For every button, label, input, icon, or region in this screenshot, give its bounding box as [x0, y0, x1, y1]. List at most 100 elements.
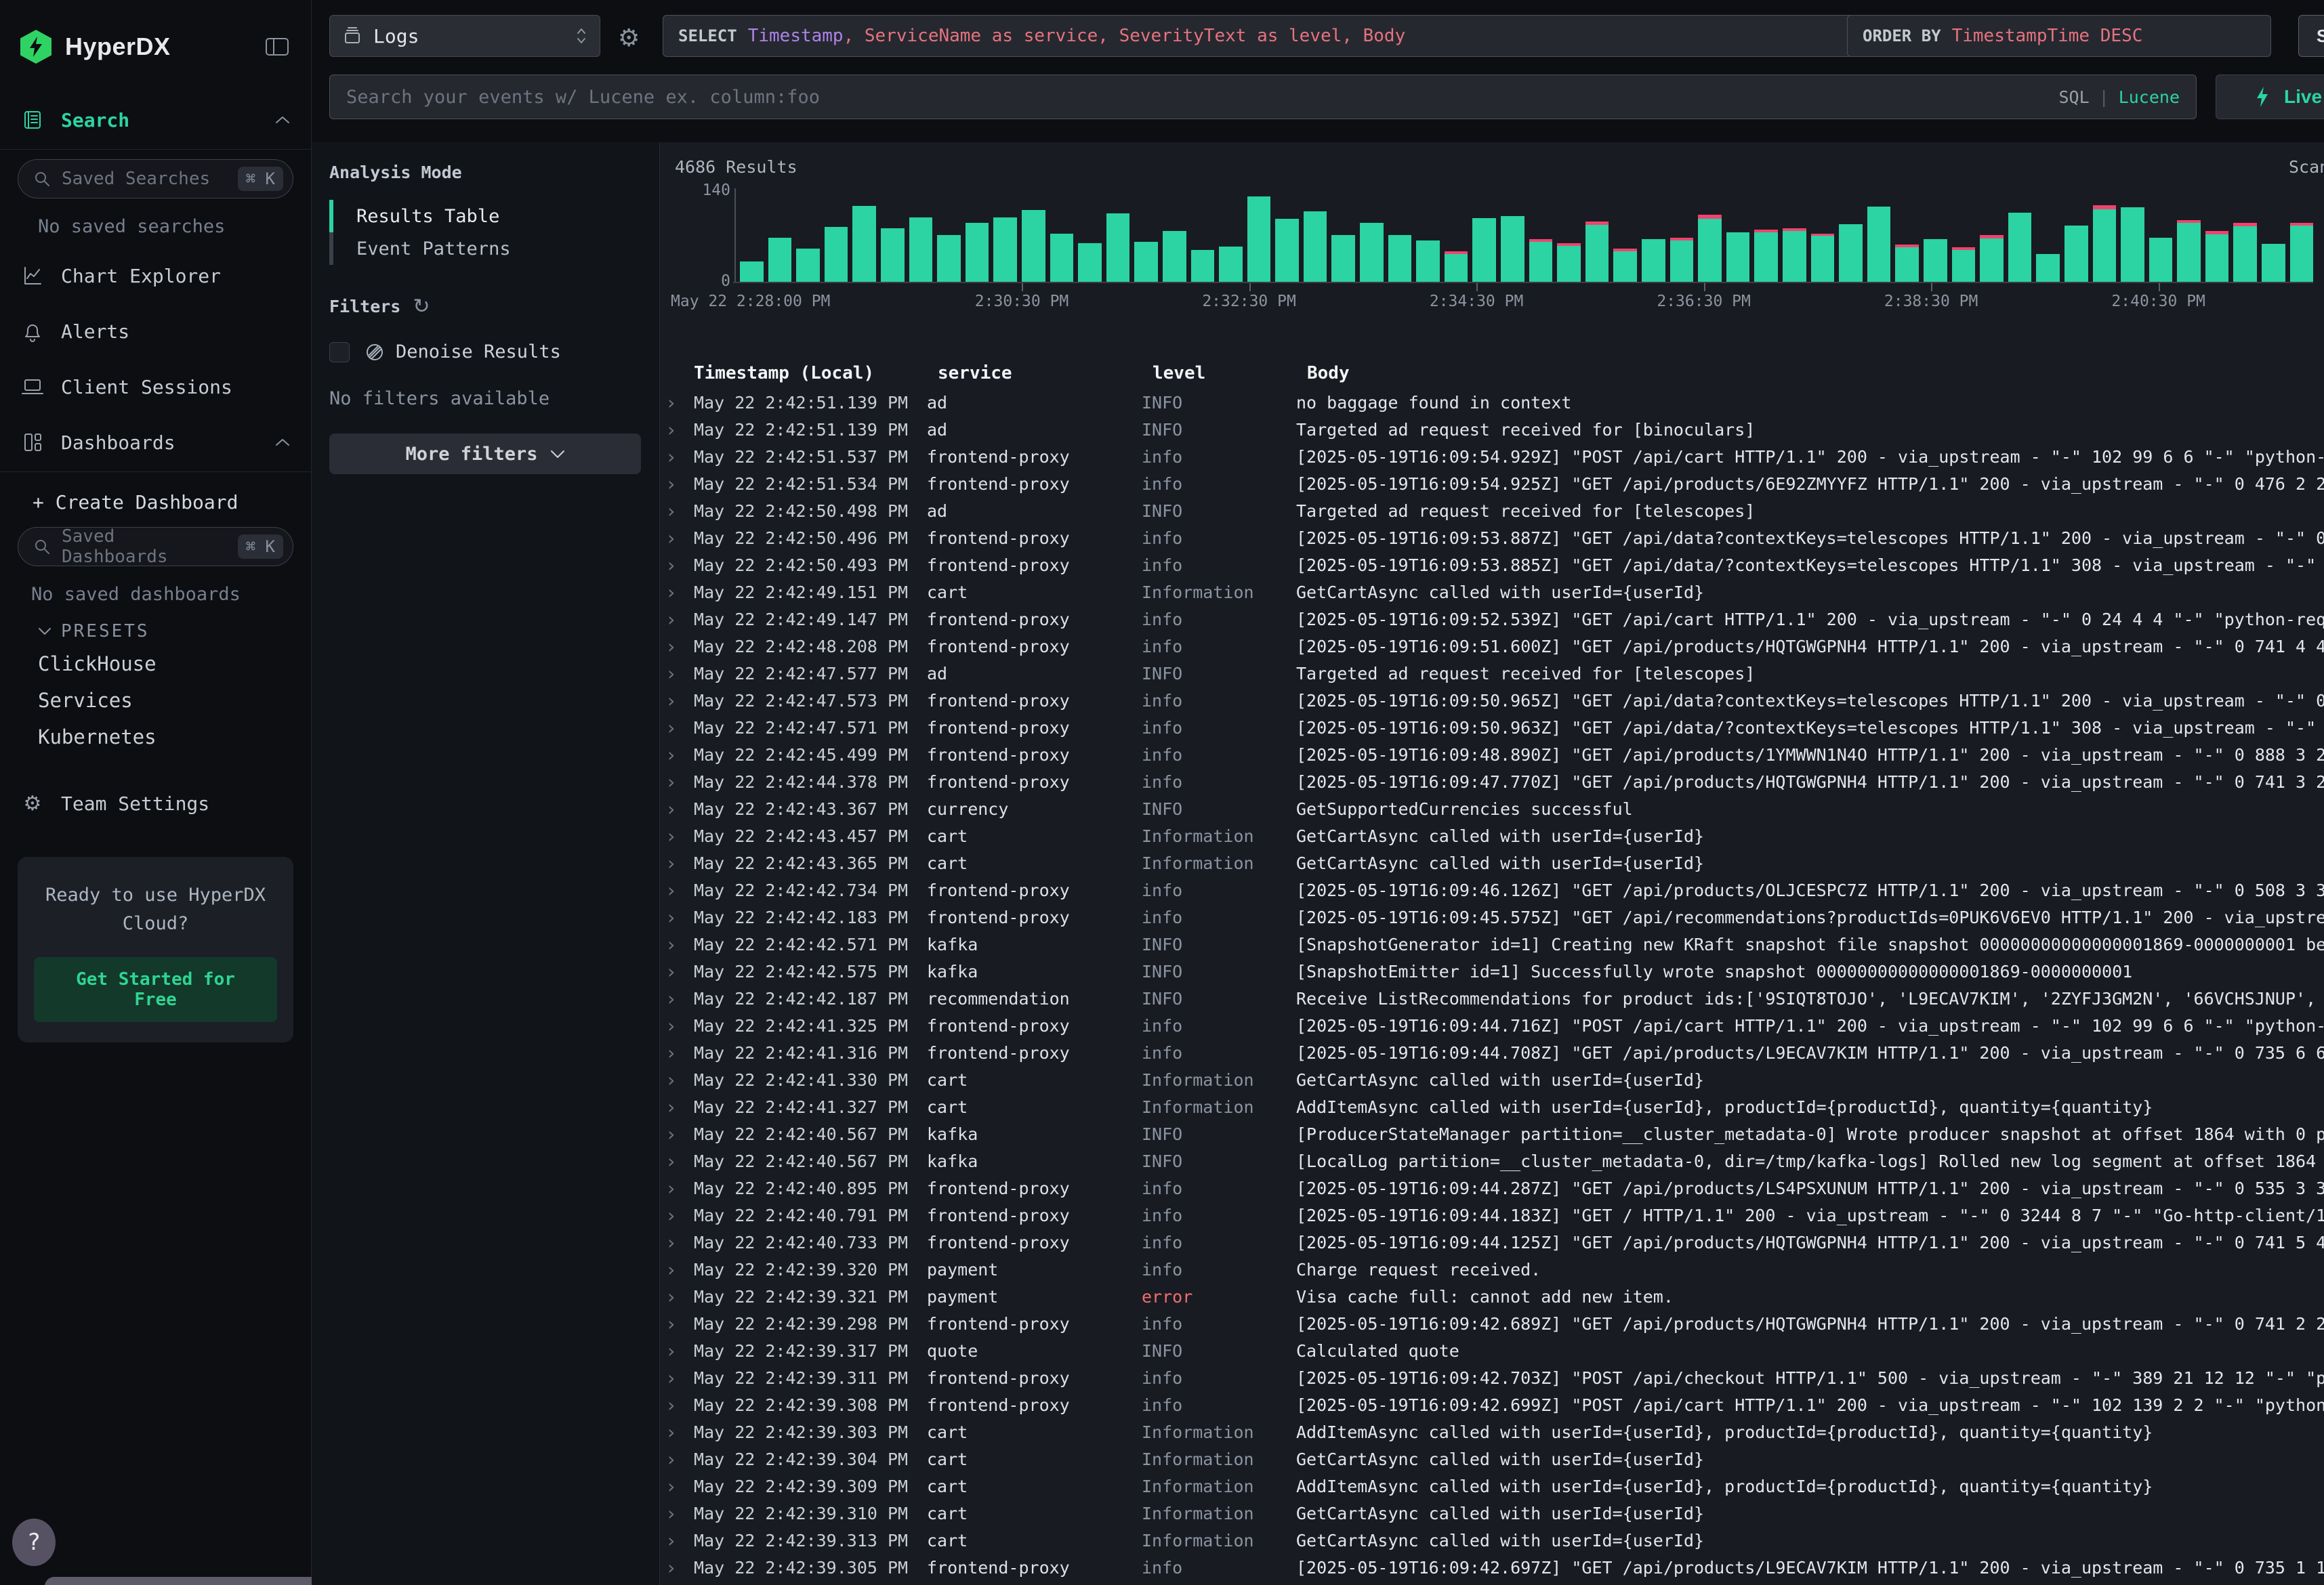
table-row[interactable]: ›May 22 2:42:39.298 PMfrontend-proxyinfo… [660, 1310, 2324, 1337]
table-row[interactable]: ›May 22 2:42:41.330 PMcartInformationGet… [660, 1066, 2324, 1093]
table-row[interactable]: ›May 22 2:42:39.310 PMcartInformationGet… [660, 1500, 2324, 1527]
sidebar-item-dashboards[interactable]: Dashboards [0, 423, 311, 462]
more-filters-button[interactable]: More filters [329, 434, 641, 474]
row-expand-icon[interactable]: › [665, 1204, 694, 1227]
table-row[interactable]: ›May 22 2:42:40.733 PMfrontend-proxyinfo… [660, 1229, 2324, 1256]
table-row[interactable]: ›May 22 2:42:40.791 PMfrontend-proxyinfo… [660, 1202, 2324, 1229]
preset-services[interactable]: Services [0, 682, 311, 719]
row-expand-icon[interactable]: › [665, 717, 694, 739]
row-expand-icon[interactable]: › [665, 1394, 694, 1416]
sidebar-collapse-icon[interactable] [264, 35, 291, 58]
table-row[interactable]: ›May 22 2:42:39.303 PMcartInformationAdd… [660, 1418, 2324, 1445]
table-row[interactable]: ›May 22 2:42:49.151 PMcartInformationGet… [660, 578, 2324, 606]
row-expand-icon[interactable]: › [665, 392, 694, 414]
saved-searches-input[interactable]: Saved Searches ⌘ K [18, 159, 293, 198]
preset-kubernetes[interactable]: Kubernetes [0, 719, 311, 755]
sidebar-item-client-sessions[interactable]: Client Sessions [0, 367, 311, 406]
row-expand-icon[interactable]: › [665, 527, 694, 549]
row-expand-icon[interactable]: › [665, 1150, 694, 1172]
table-row[interactable]: ›May 22 2:42:43.367 PMcurrencyINFOGetSup… [660, 795, 2324, 822]
table-row[interactable]: ›May 22 2:42:39.311 PMfrontend-proxyinfo… [660, 1364, 2324, 1391]
table-row[interactable]: ›May 22 2:42:48.208 PMfrontend-proxyinfo… [660, 633, 2324, 660]
table-row[interactable]: ›May 22 2:42:39.308 PMfrontend-proxyinfo… [660, 1391, 2324, 1418]
row-expand-icon[interactable]: › [665, 1421, 694, 1443]
table-row[interactable]: ›May 22 2:42:50.498 PMadINFOTargeted ad … [660, 497, 2324, 524]
row-expand-icon[interactable]: › [665, 1529, 694, 1552]
denoise-results-toggle[interactable]: Denoise Results [329, 341, 641, 362]
col-header-level[interactable]: ⋮level [1142, 363, 1296, 383]
table-row[interactable]: ›May 22 2:42:39.305 PMfrontend-proxyinfo… [660, 1554, 2324, 1581]
mode-event-patterns[interactable]: Event Patterns [329, 232, 641, 265]
row-expand-icon[interactable]: › [665, 933, 694, 956]
language-sql-toggle[interactable]: SQL [2058, 87, 2089, 107]
row-expand-icon[interactable]: › [665, 473, 694, 495]
row-expand-icon[interactable]: › [665, 771, 694, 793]
table-row[interactable]: ›May 22 2:42:51.139 PMadINFOno baggage f… [660, 389, 2324, 416]
col-header-service[interactable]: ⋮service [927, 363, 1142, 383]
presets-toggle[interactable]: PRESETS [0, 612, 311, 646]
table-row[interactable]: ›May 22 2:42:39.313 PMcartInformationGet… [660, 1527, 2324, 1554]
order-by-input[interactable]: ORDER BY TimestampTime DESC [1847, 15, 2271, 57]
row-expand-icon[interactable]: › [665, 1177, 694, 1200]
table-row[interactable]: ›May 22 2:42:42.187 PMrecommendationINFO… [660, 985, 2324, 1012]
row-expand-icon[interactable]: › [665, 1286, 694, 1308]
query-settings-gear-icon[interactable]: ⚙ [618, 24, 640, 52]
sidebar-item-search[interactable]: Search [0, 100, 311, 140]
row-expand-icon[interactable]: › [665, 446, 694, 468]
row-expand-icon[interactable]: › [665, 419, 694, 441]
table-row[interactable]: ›May 22 2:42:47.571 PMfrontend-proxyinfo… [660, 714, 2324, 741]
table-row[interactable]: ›May 22 2:42:43.365 PMcartInformationGet… [660, 849, 2324, 876]
row-expand-icon[interactable]: › [665, 1231, 694, 1254]
source-select[interactable]: Logs [329, 15, 600, 57]
table-row[interactable]: ›May 22 2:42:40.895 PMfrontend-proxyinfo… [660, 1175, 2324, 1202]
sidebar-item-team-settings[interactable]: ⚙ Team Settings [0, 784, 311, 823]
sidebar-item-chart-explorer[interactable]: Chart Explorer [0, 256, 311, 295]
table-row[interactable]: ›May 22 2:42:51.139 PMadINFOTargeted ad … [660, 416, 2324, 443]
refresh-filters-icon[interactable]: ↻ [413, 295, 430, 318]
create-dashboard-button[interactable]: + Create Dashboard [0, 482, 311, 520]
mode-results-table[interactable]: Results Table [329, 200, 641, 232]
live-tail-button[interactable]: Live Tail [2216, 75, 2324, 119]
row-expand-icon[interactable]: › [665, 662, 694, 685]
row-expand-icon[interactable]: › [665, 1475, 694, 1498]
row-expand-icon[interactable]: › [665, 1557, 694, 1579]
table-row[interactable]: ›May 22 2:42:39.304 PMcartInformationGet… [660, 1445, 2324, 1473]
table-row[interactable]: ›May 22 2:42:39.309 PMcartInformationAdd… [660, 1473, 2324, 1500]
row-expand-icon[interactable]: › [665, 1123, 694, 1145]
save-button[interactable]: Save [2298, 15, 2324, 57]
help-button[interactable]: ? [12, 1519, 56, 1566]
row-expand-icon[interactable]: › [665, 1042, 694, 1064]
table-row[interactable]: ›May 22 2:42:42.575 PMkafkaINFO[Snapshot… [660, 958, 2324, 985]
language-lucene-toggle[interactable]: Lucene [2119, 87, 2180, 107]
get-started-button[interactable]: Get Started for Free [34, 957, 277, 1022]
row-expand-icon[interactable]: › [665, 1367, 694, 1389]
table-row[interactable]: ›May 22 2:42:39.321 PMpaymenterrorVisa c… [660, 1283, 2324, 1310]
table-row[interactable]: ›May 22 2:42:41.316 PMfrontend-proxyinfo… [660, 1039, 2324, 1066]
table-row[interactable]: ›May 22 2:42:47.577 PMadINFOTargeted ad … [660, 660, 2324, 687]
table-row[interactable]: ›May 22 2:42:40.567 PMkafkaINFO[LocalLog… [660, 1147, 2324, 1175]
table-row[interactable]: ›May 22 2:42:50.496 PMfrontend-proxyinfo… [660, 524, 2324, 551]
table-row[interactable]: ›May 22 2:42:43.457 PMcartInformationGet… [660, 822, 2324, 849]
row-expand-icon[interactable]: › [665, 1340, 694, 1362]
row-expand-icon[interactable]: › [665, 690, 694, 712]
table-row[interactable]: ›May 22 2:42:42.734 PMfrontend-proxyinfo… [660, 876, 2324, 904]
row-expand-icon[interactable]: › [665, 1448, 694, 1471]
sidebar-item-alerts[interactable]: Alerts [0, 312, 311, 351]
preset-clickhouse[interactable]: ClickHouse [0, 646, 311, 682]
row-expand-icon[interactable]: › [665, 554, 694, 576]
row-expand-icon[interactable]: › [665, 1313, 694, 1335]
table-row[interactable]: ›May 22 2:42:39.320 PMpaymentinfoCharge … [660, 1256, 2324, 1283]
table-row[interactable]: ›May 22 2:42:51.534 PMfrontend-proxyinfo… [660, 470, 2324, 497]
event-search-input[interactable]: Search your events w/ Lucene ex. column:… [329, 75, 2197, 119]
table-row[interactable]: ›May 22 2:42:40.567 PMkafkaINFO[Producer… [660, 1120, 2324, 1147]
table-row[interactable]: ›May 22 2:42:45.499 PMfrontend-proxyinfo… [660, 741, 2324, 768]
row-expand-icon[interactable]: › [665, 744, 694, 766]
table-row[interactable]: ›May 22 2:42:44.378 PMfrontend-proxyinfo… [660, 768, 2324, 795]
table-row[interactable]: ›May 22 2:42:51.537 PMfrontend-proxyinfo… [660, 443, 2324, 470]
row-expand-icon[interactable]: › [665, 798, 694, 820]
row-expand-icon[interactable]: › [665, 1259, 694, 1281]
row-expand-icon[interactable]: › [665, 500, 694, 522]
table-row[interactable]: ›May 22 2:42:41.327 PMcartInformationAdd… [660, 1093, 2324, 1120]
row-expand-icon[interactable]: › [665, 960, 694, 983]
row-expand-icon[interactable]: › [665, 1096, 694, 1118]
